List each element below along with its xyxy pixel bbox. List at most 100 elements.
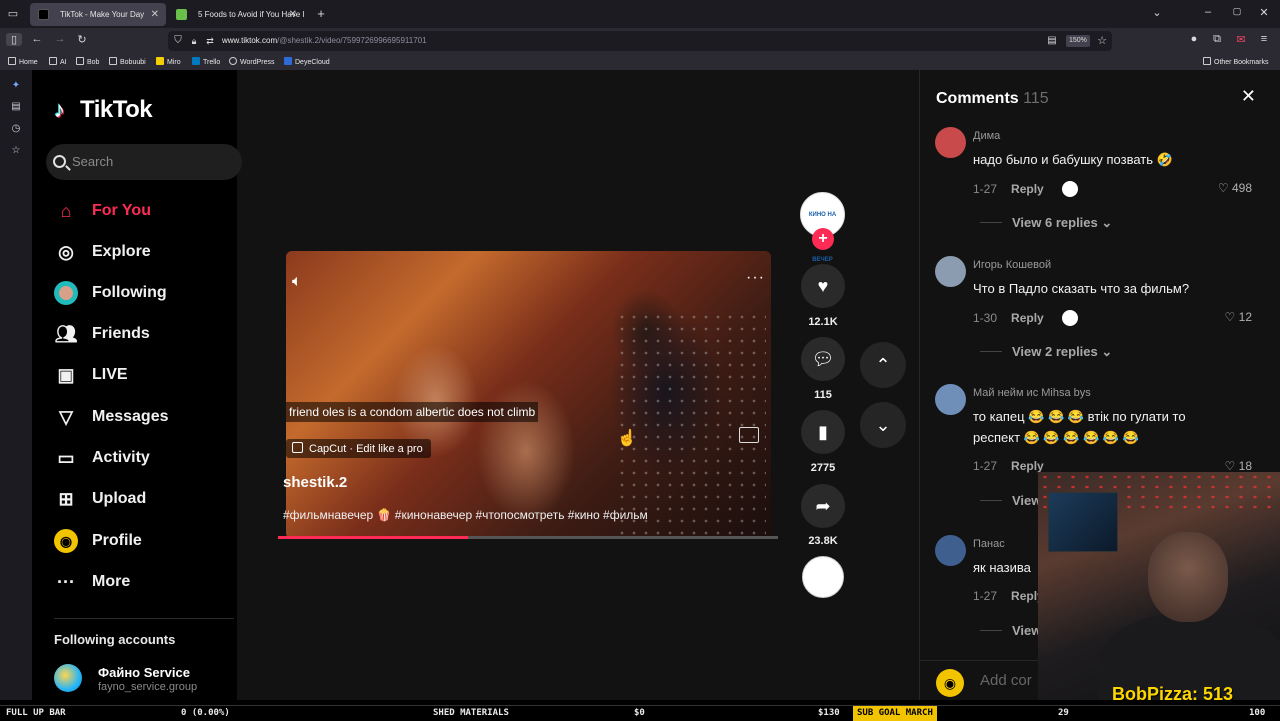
previous-video-button[interactable]: ⌃ — [860, 342, 906, 388]
chevron-down-icon[interactable]: ⌄ — [1149, 6, 1165, 19]
sidebar-item-activity[interactable]: ▭ Activity — [54, 443, 244, 473]
view-replies-button[interactable]: View — [980, 623, 1041, 638]
sidebar-item-explore[interactable]: ◎ Explore — [54, 237, 244, 267]
ai-sparkle-icon[interactable]: ✦ — [10, 80, 22, 92]
mute-icon[interactable]: 🔈︎ — [292, 273, 302, 291]
video-hashtags[interactable]: #фильмнавечер 🍿 #кинонавечер #чтопосмотр… — [283, 508, 648, 522]
sync-tabs-icon[interactable]: ▤ — [10, 101, 22, 113]
bookmark-star-icon[interactable]: ☆ — [1094, 31, 1110, 51]
view-replies-button[interactable]: View 2 replies ⌄ — [980, 344, 1112, 360]
comment-author[interactable]: Панас — [973, 538, 1005, 550]
picture-in-picture-icon[interactable] — [739, 427, 759, 443]
follow-button[interactable]: + — [812, 228, 834, 250]
reload-icon[interactable]: ↻ — [74, 33, 90, 46]
save-count: 2775 — [810, 462, 836, 474]
permissions-icon[interactable]: ⇄ — [202, 31, 218, 51]
search-input[interactable]: Search — [46, 144, 242, 180]
url-bar[interactable]: ⛉ 🔒︎ ⇄ www.tiktok.com/@shestik.2/video/7… — [168, 31, 1112, 51]
video-player[interactable]: 🔈︎ ··· friend oles is a condom albertic … — [286, 251, 771, 539]
comment-like[interactable]: ♡ 12 — [1225, 310, 1252, 324]
bookmark-deyecloud[interactable]: DeyeCloud — [284, 57, 330, 66]
like-button[interactable]: ♥ — [801, 264, 845, 308]
menu-icon[interactable]: ≡ — [1256, 33, 1272, 45]
tab-tiktok[interactable]: TikTok - Make Your Day ✕ — [30, 3, 166, 26]
chevron-up-icon: ⌃ — [875, 355, 891, 375]
close-icon[interactable]: ✕ — [151, 3, 159, 26]
back-icon[interactable]: ← — [29, 33, 45, 45]
extensions-icon[interactable]: ⧉ — [1209, 33, 1225, 46]
close-icon[interactable]: ✕ — [1241, 86, 1256, 107]
sidebar-item-profile[interactable]: ◉ Profile — [54, 526, 244, 556]
reply-button[interactable]: Reply — [1011, 182, 1044, 196]
bookmark-wordpress[interactable]: WordPress — [229, 57, 275, 66]
bookmarks-icon[interactable]: ☆ — [10, 145, 22, 157]
bookmark-miro[interactable]: Miro — [156, 57, 181, 66]
tab-list-icon[interactable]: ▭ — [5, 7, 21, 20]
tiktok-favicon-icon — [38, 9, 49, 20]
avatar[interactable] — [935, 127, 966, 158]
bookmark-bobuubi[interactable]: Bobuubi — [109, 57, 146, 66]
comment-input[interactable]: Add cor — [980, 672, 1032, 689]
sidebar-toggle-icon[interactable]: ▯ — [6, 33, 22, 46]
zoom-level[interactable]: 150% — [1066, 35, 1090, 47]
window-close-icon[interactable]: ✕ — [1256, 6, 1272, 19]
comment-button[interactable]: 💬︎ — [801, 337, 845, 381]
sidebar-item-friends[interactable]: 👥︎ Friends — [54, 319, 244, 349]
extension-b-icon[interactable]: ● — [1186, 33, 1202, 45]
sidebar-item-messages[interactable]: ▽ Messages — [54, 402, 244, 432]
tiktok-logo[interactable]: ♪ TikTok — [54, 96, 153, 124]
bookmark-trello[interactable]: Trello — [192, 57, 220, 66]
lock-icon[interactable]: 🔒︎ — [186, 31, 202, 51]
comment-text: то капец 😂 😂 😂 втік по гулати то респект… — [973, 409, 1186, 445]
close-icon[interactable]: ✕ — [289, 3, 297, 26]
shield-icon[interactable]: ⛉ — [170, 31, 186, 51]
forward-icon[interactable]: → — [52, 33, 68, 45]
minimize-icon[interactable]: – — [1200, 6, 1216, 18]
avatar: ◉ — [936, 669, 964, 697]
video-progress-bar[interactable] — [278, 536, 778, 539]
sidebar-item-following[interactable]: Following — [54, 278, 244, 308]
reader-view-icon[interactable]: ▤ — [1044, 31, 1060, 51]
bookmark-other[interactable]: Other Bookmarks — [1203, 57, 1268, 66]
sidebar-item-more[interactable]: ··· More — [54, 567, 244, 597]
sidebar-item-live[interactable]: ▣ LIVE — [54, 360, 244, 390]
comment-text: Что в Падло сказать что за фильм? — [973, 281, 1190, 296]
reply-button[interactable]: Reply — [1011, 311, 1044, 325]
avatar[interactable] — [935, 384, 966, 415]
view-replies-button[interactable]: View — [980, 493, 1041, 508]
comment-author[interactable]: Игорь Кошевой — [973, 259, 1051, 271]
sidebar-item-upload[interactable]: ⊞ Upload — [54, 484, 244, 514]
comment-author[interactable]: Дима — [973, 130, 1000, 142]
music-disc[interactable] — [802, 556, 844, 598]
live-icon: ▣ — [57, 365, 75, 385]
new-tab-icon[interactable]: + — [313, 6, 329, 21]
capcut-badge[interactable]: CapCut · Edit like a pro — [286, 439, 431, 458]
creator-liked-icon — [1061, 181, 1078, 197]
history-icon[interactable]: ◷ — [10, 123, 22, 135]
tab-label: TikTok - Make Your Day — [60, 10, 145, 19]
extension-mail-icon[interactable]: ✉ — [1233, 33, 1249, 46]
next-video-button[interactable]: ⌄ — [860, 402, 906, 448]
comment-like[interactable]: ♡ 498 — [1218, 181, 1252, 195]
comment-text: надо было и бабушку позвать 🤣 — [973, 152, 1173, 167]
sidebar-item-for-you[interactable]: ⌂ For You — [54, 196, 244, 226]
comment-author[interactable]: Май нейм ис Mihsa bys — [973, 387, 1091, 399]
following-account-name[interactable]: Файно Service — [98, 665, 190, 680]
bookmark-bob[interactable]: Bob — [76, 57, 99, 66]
share-button[interactable]: ➦ — [801, 484, 845, 528]
avatar[interactable] — [935, 256, 966, 287]
more-options-icon[interactable]: ··· — [746, 269, 765, 287]
tab-foods[interactable]: 5 Foods to Avoid if You Have I ✕ — [168, 3, 304, 26]
comment-like[interactable]: ♡ 18 — [1225, 459, 1252, 473]
maximize-icon[interactable]: ▢ — [1229, 6, 1245, 17]
video-author[interactable]: shestik.2 — [283, 474, 347, 491]
bookmark-ai[interactable]: AI — [49, 57, 67, 66]
avatar[interactable] — [54, 664, 82, 692]
avatar[interactable] — [935, 535, 966, 566]
reply-button[interactable]: Reply — [1011, 459, 1044, 473]
ticker-item: 29 — [1058, 708, 1069, 718]
view-replies-button[interactable]: View 6 replies ⌄ — [980, 215, 1112, 231]
bookmark-home[interactable]: Home — [8, 57, 38, 66]
save-button[interactable]: ▮ — [801, 410, 845, 454]
folder-icon — [76, 57, 84, 65]
